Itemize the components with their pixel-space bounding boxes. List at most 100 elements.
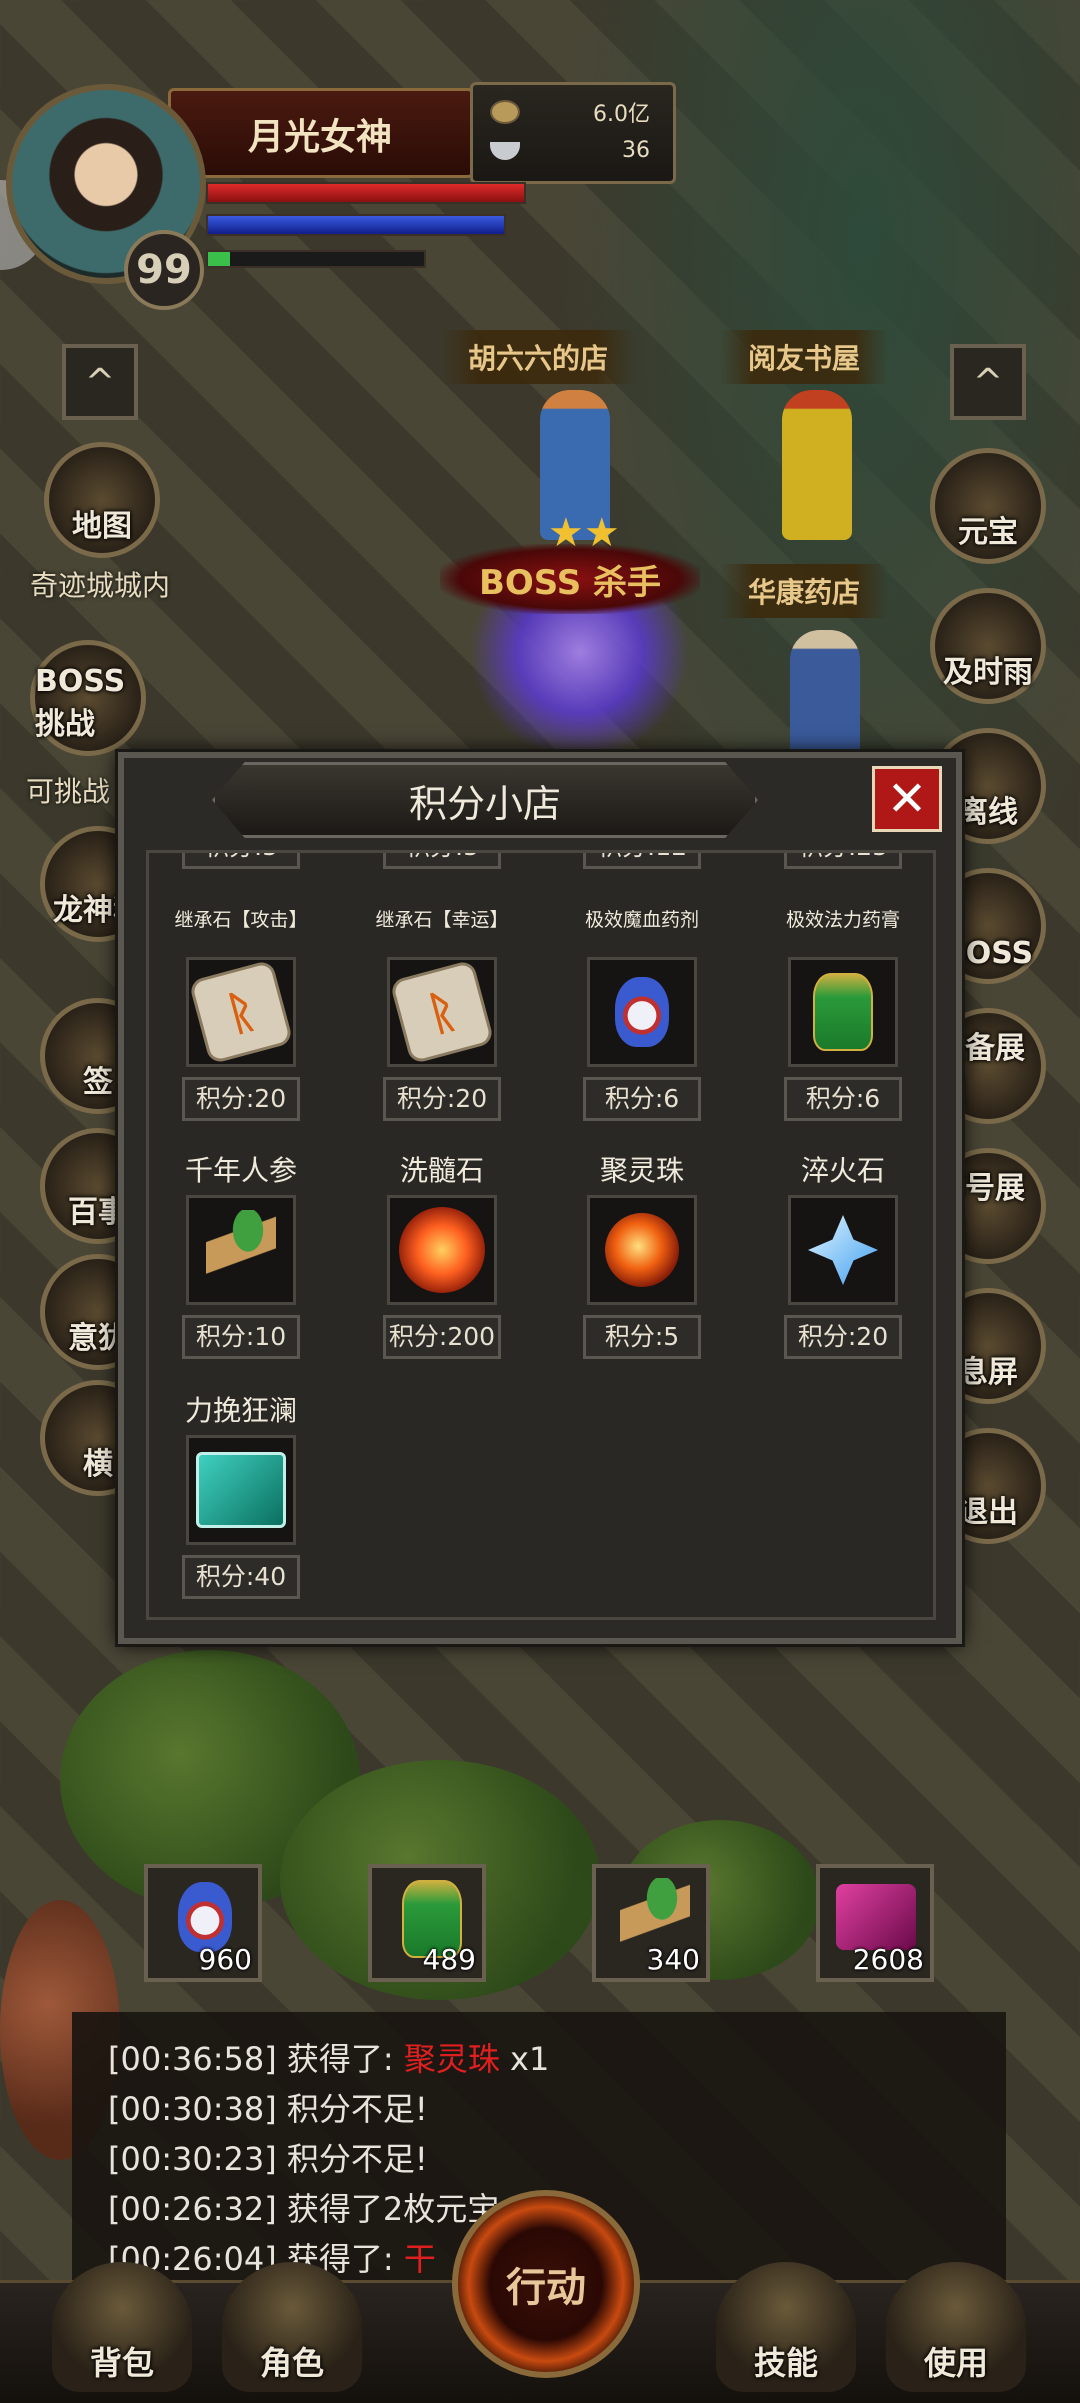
item-slot[interactable] [186,1195,296,1305]
item-name: 洗髓石 [399,1154,484,1187]
item-slot[interactable] [186,1435,296,1545]
chat-text: 积分不足! [286,2140,428,2178]
collapse-right-button[interactable]: ^ [950,344,1026,420]
shop-item[interactable]: 极效法力药膏 积分:6 [763,909,923,1121]
map-button-label: 地图 [72,509,132,544]
role-button[interactable]: 角色 [222,2262,362,2392]
item-slot[interactable] [587,1195,697,1305]
map-button[interactable]: 地图 [44,442,160,558]
item-slot[interactable] [788,957,898,1067]
exit-label: 退出 [958,1495,1018,1530]
action-button[interactable]: 行动 [452,2190,640,2378]
boss-challenge-label: BOSS挑战 [35,664,126,742]
shop-item[interactable]: 力挽狂澜 积分:40 [161,1391,321,1599]
shop-item[interactable]: 极效魔血药剂 积分:6 [562,909,722,1121]
item-price[interactable]: 积分:5 [583,1315,701,1359]
chat-line: [00:30:23] 积分不足! [108,2134,428,2180]
shop-title: 积分小店 [212,762,758,838]
chat-line: [00:30:38] 积分不足! [108,2084,428,2130]
item-quantity: 340 [646,1943,700,1976]
item-slot[interactable] [788,1195,898,1305]
item-price[interactable]: 积分:6 [784,1077,902,1121]
quick-item-slot[interactable]: 960 [144,1864,262,1982]
bag-label: 背包 [89,2344,154,2382]
item-price[interactable]: 积分:6 [583,1077,701,1121]
ingot-row: 36 [490,138,650,163]
sign-in-label: 签 [83,1065,113,1100]
timely-rain-button[interactable]: 及时雨 [930,588,1046,704]
close-button[interactable]: ✕ [872,766,942,832]
crystal-icon [808,1215,878,1285]
ingot-amount: 36 [622,138,650,163]
rune-icon: ᚱ [389,959,495,1065]
use-button[interactable]: 使用 [886,2262,1026,2392]
item-price[interactable]: 积分:20 [383,1077,501,1121]
role-label: 角色 [259,2344,324,2382]
challenge-hint: 可挑战 [26,775,111,808]
item-name: 千年人参 [184,1154,297,1187]
bag-button[interactable]: 背包 [52,2262,192,2392]
vase-icon [178,1882,232,1952]
yuanbao-button[interactable]: 元宝 [930,448,1046,564]
item-slot[interactable]: ᚱ [387,957,497,1067]
collapse-left-button[interactable]: ^ [62,344,138,420]
pharmacy-sign[interactable]: 华康药店 [720,564,889,618]
item-quantity: 2608 [852,1943,924,1976]
map-location: 奇迹城城内 [30,569,171,602]
shop-item[interactable]: 淬火石 积分:20 [763,1151,923,1359]
vase-icon [615,977,669,1047]
item-slot[interactable] [587,957,697,1067]
player-name: 月光女神 [248,117,393,158]
chat-item-link[interactable]: 干 [404,2240,436,2278]
item-price[interactable]: 积分:10 [182,1315,300,1359]
skill-button[interactable]: 技能 [716,2262,856,2392]
item-slot[interactable] [387,1195,497,1305]
gold-amount: 6.0亿 [593,102,650,127]
mp-bar [206,214,506,236]
star-rating-icon: ★★ [548,510,620,556]
chat-text: 积分不足! [286,2090,428,2128]
quick-item-slot[interactable]: 340 [592,1864,710,1982]
coin-icon [490,100,520,124]
ranking-label: 横 [83,1447,113,1482]
shop-item[interactable]: 聚灵珠 积分:5 [562,1151,722,1359]
chat-item-link[interactable]: 聚灵珠 [404,2040,500,2078]
skill-label: 技能 [753,2344,818,2382]
item-quantity: 960 [198,1943,252,1976]
item-price: 积分:5 [182,853,300,869]
shop-item[interactable]: 继承石【攻击】 ᚱ 积分:20 [161,909,321,1121]
item-price[interactable]: 积分:40 [182,1555,300,1599]
chat-suffix: x1 [499,2040,550,2078]
item-name: 淬火石 [800,1154,885,1187]
item-price[interactable]: 积分:20 [784,1315,902,1359]
fire-stone-icon [399,1207,485,1293]
xp-bar [206,250,426,268]
shop-item[interactable]: 千年人参 积分:10 [161,1151,321,1359]
npc-scholar[interactable] [782,390,852,540]
chat-time: [00:26:32] [108,2190,277,2228]
shop-item[interactable]: 洗髓石 积分:200 [362,1151,522,1359]
bookstore-sign[interactable]: 阅友书屋 [720,330,889,384]
boss-challenge-button[interactable]: BOSS挑战 [30,640,146,756]
use-label: 使用 [923,2344,988,2382]
item-slot[interactable]: ᚱ [186,957,296,1067]
item-price[interactable]: 积分:20 [182,1077,300,1121]
item-name: 继承石【幸运】 [375,909,509,931]
item-quantity: 489 [422,1943,476,1976]
shop-item-grid[interactable]: 积分:5 积分:5 积分:12 积分:25 继承石【攻击】 ᚱ 积分:20 继承… [146,850,936,1620]
shop-item[interactable]: 继承石【幸运】 ᚱ 积分:20 [362,909,522,1121]
screen-off-label: 息屏 [958,1355,1018,1390]
item-price: 积分:25 [784,853,902,869]
item-price: 积分:5 [383,853,501,869]
item-price[interactable]: 积分:200 [383,1315,501,1359]
rune-icon: ᚱ [188,959,294,1065]
quick-item-slot[interactable]: 2608 [816,1864,934,1982]
hp-bar [206,182,526,204]
timely-rain-label: 及时雨 [943,655,1033,690]
chat-time: [00:36:58] [108,2040,277,2078]
yuanbao-label: 元宝 [958,515,1018,550]
orb-icon [605,1213,679,1287]
shop-sign[interactable]: 胡六六的店 [440,330,637,384]
gold-row: 6.0亿 [490,96,650,128]
quick-item-slot[interactable]: 489 [368,1864,486,1982]
